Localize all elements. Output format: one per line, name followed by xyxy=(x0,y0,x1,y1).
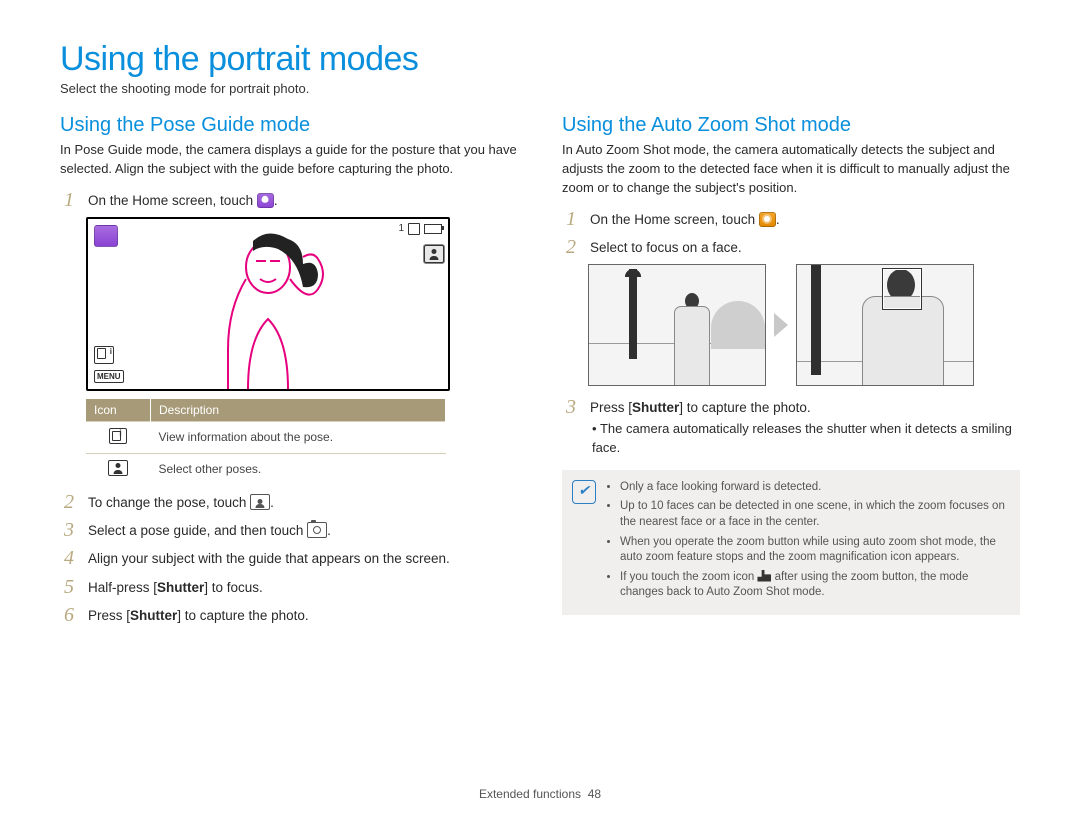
step-text: Press [ xyxy=(88,608,130,623)
table-cell-description: View information about the pose. xyxy=(151,421,446,453)
pose-select-side-icon xyxy=(424,245,444,263)
step-number: 3 xyxy=(562,396,590,418)
step-text: Select to focus on a face. xyxy=(590,236,742,258)
step-text-post: ] to focus. xyxy=(204,580,263,595)
step-number: 1 xyxy=(562,208,590,230)
intro-pose-guide: In Pose Guide mode, the camera displays … xyxy=(60,141,518,179)
step-text-post: ] to capture the photo. xyxy=(177,608,308,623)
table-header-icon: Icon xyxy=(86,399,151,422)
step-number: 1 xyxy=(60,189,88,211)
auto-zoom-illustration-row xyxy=(588,264,1020,386)
step-text-post: . xyxy=(270,495,274,510)
shutter-label: Shutter xyxy=(130,608,177,623)
page-title: Using the portrait modes xyxy=(60,40,1020,79)
pose-select-icon xyxy=(250,494,270,510)
step-text-post: . xyxy=(776,212,780,227)
step-text: Align your subject with the guide that a… xyxy=(88,547,450,569)
step-3-substep: The camera automatically releases the sh… xyxy=(562,420,1020,458)
status-bar: 1 xyxy=(398,223,442,235)
menu-button-label: MENU xyxy=(94,370,124,383)
icon-description-table: Icon Description View information about … xyxy=(86,399,446,485)
step-3-left: 3 Select a pose guide, and then touch . xyxy=(60,519,518,541)
note-item: Only a face looking forward is detected. xyxy=(620,480,1006,496)
column-pose-guide: Using the Pose Guide mode In Pose Guide … xyxy=(60,108,518,626)
column-auto-zoom: Using the Auto Zoom Shot mode In Auto Zo… xyxy=(562,108,1020,626)
note-body: Only a face looking forward is detected.… xyxy=(606,480,1006,605)
step-text: Select a pose guide, and then touch xyxy=(88,523,307,538)
pose-outline-illustration xyxy=(168,219,368,389)
mode-badge-icon xyxy=(94,225,118,247)
table-row: Select other poses. xyxy=(86,453,446,485)
step-text: To change the pose, touch xyxy=(88,495,250,510)
step-number: 5 xyxy=(60,576,88,598)
note-item: Up to 10 faces can be detected in one sc… xyxy=(620,499,1006,530)
table-cell-description: Select other poses. xyxy=(151,453,446,485)
note-item: If you touch the zoom icon after using t… xyxy=(620,570,1006,601)
step-5-left: 5 Half-press [Shutter] to focus. xyxy=(60,576,518,598)
auto-zoom-before-image xyxy=(588,264,766,386)
step-number: 4 xyxy=(60,547,88,569)
pose-guide-mode-icon xyxy=(257,193,274,208)
memory-icon xyxy=(408,223,420,235)
page-subtitle: Select the shooting mode for portrait ph… xyxy=(60,81,1020,96)
table-header-description: Description xyxy=(151,399,446,422)
table-row: View information about the pose. xyxy=(86,421,446,453)
step-text: On the Home screen, touch xyxy=(88,193,257,208)
zoom-magnification-icon xyxy=(757,570,771,582)
auto-zoom-after-image xyxy=(796,264,974,386)
step-number: 3 xyxy=(60,519,88,541)
step-number: 2 xyxy=(562,236,590,258)
step-text-post: . xyxy=(274,193,278,208)
status-count: 1 xyxy=(398,223,404,234)
pose-select-icon xyxy=(108,460,128,476)
page-footer: Extended functions 48 xyxy=(0,787,1080,801)
note-item: When you operate the zoom button while u… xyxy=(620,535,1006,566)
step-1-left: 1 On the Home screen, touch . xyxy=(60,189,518,211)
step-6-left: 6 Press [Shutter] to capture the photo. xyxy=(60,604,518,626)
footer-label: Extended functions xyxy=(479,787,581,801)
step-text-post: ] to capture the photo. xyxy=(679,400,810,415)
arrow-right-icon xyxy=(774,313,788,337)
step-text: On the Home screen, touch xyxy=(590,212,759,227)
step-text: Press [ xyxy=(590,400,632,415)
step-number: 2 xyxy=(60,491,88,513)
footer-page-number: 48 xyxy=(588,787,601,801)
note-box: ✔ Only a face looking forward is detecte… xyxy=(562,470,1020,615)
battery-icon xyxy=(424,224,442,234)
pose-info-icon xyxy=(109,428,127,444)
pose-guide-screenshot: 1 i MENU xyxy=(86,217,450,391)
step-2-right: 2 Select to focus on a face. xyxy=(562,236,1020,258)
intro-auto-zoom: In Auto Zoom Shot mode, the camera autom… xyxy=(562,141,1020,198)
step-text-post: . xyxy=(327,523,331,538)
step-4-left: 4 Align your subject with the guide that… xyxy=(60,547,518,569)
pose-info-side-icon: i xyxy=(94,346,114,364)
heading-auto-zoom: Using the Auto Zoom Shot mode xyxy=(562,114,1020,137)
camera-capture-icon xyxy=(307,522,327,538)
step-text: Half-press [ xyxy=(88,580,157,595)
step-3-right: 3 Press [Shutter] to capture the photo. xyxy=(562,396,1020,418)
note-icon: ✔ xyxy=(572,480,596,504)
step-1-right: 1 On the Home screen, touch . xyxy=(562,208,1020,230)
step-number: 6 xyxy=(60,604,88,626)
shutter-label: Shutter xyxy=(157,580,204,595)
auto-zoom-shot-mode-icon xyxy=(759,212,776,227)
shutter-label: Shutter xyxy=(632,400,679,415)
step-2-left: 2 To change the pose, touch . xyxy=(60,491,518,513)
heading-pose-guide: Using the Pose Guide mode xyxy=(60,114,518,137)
